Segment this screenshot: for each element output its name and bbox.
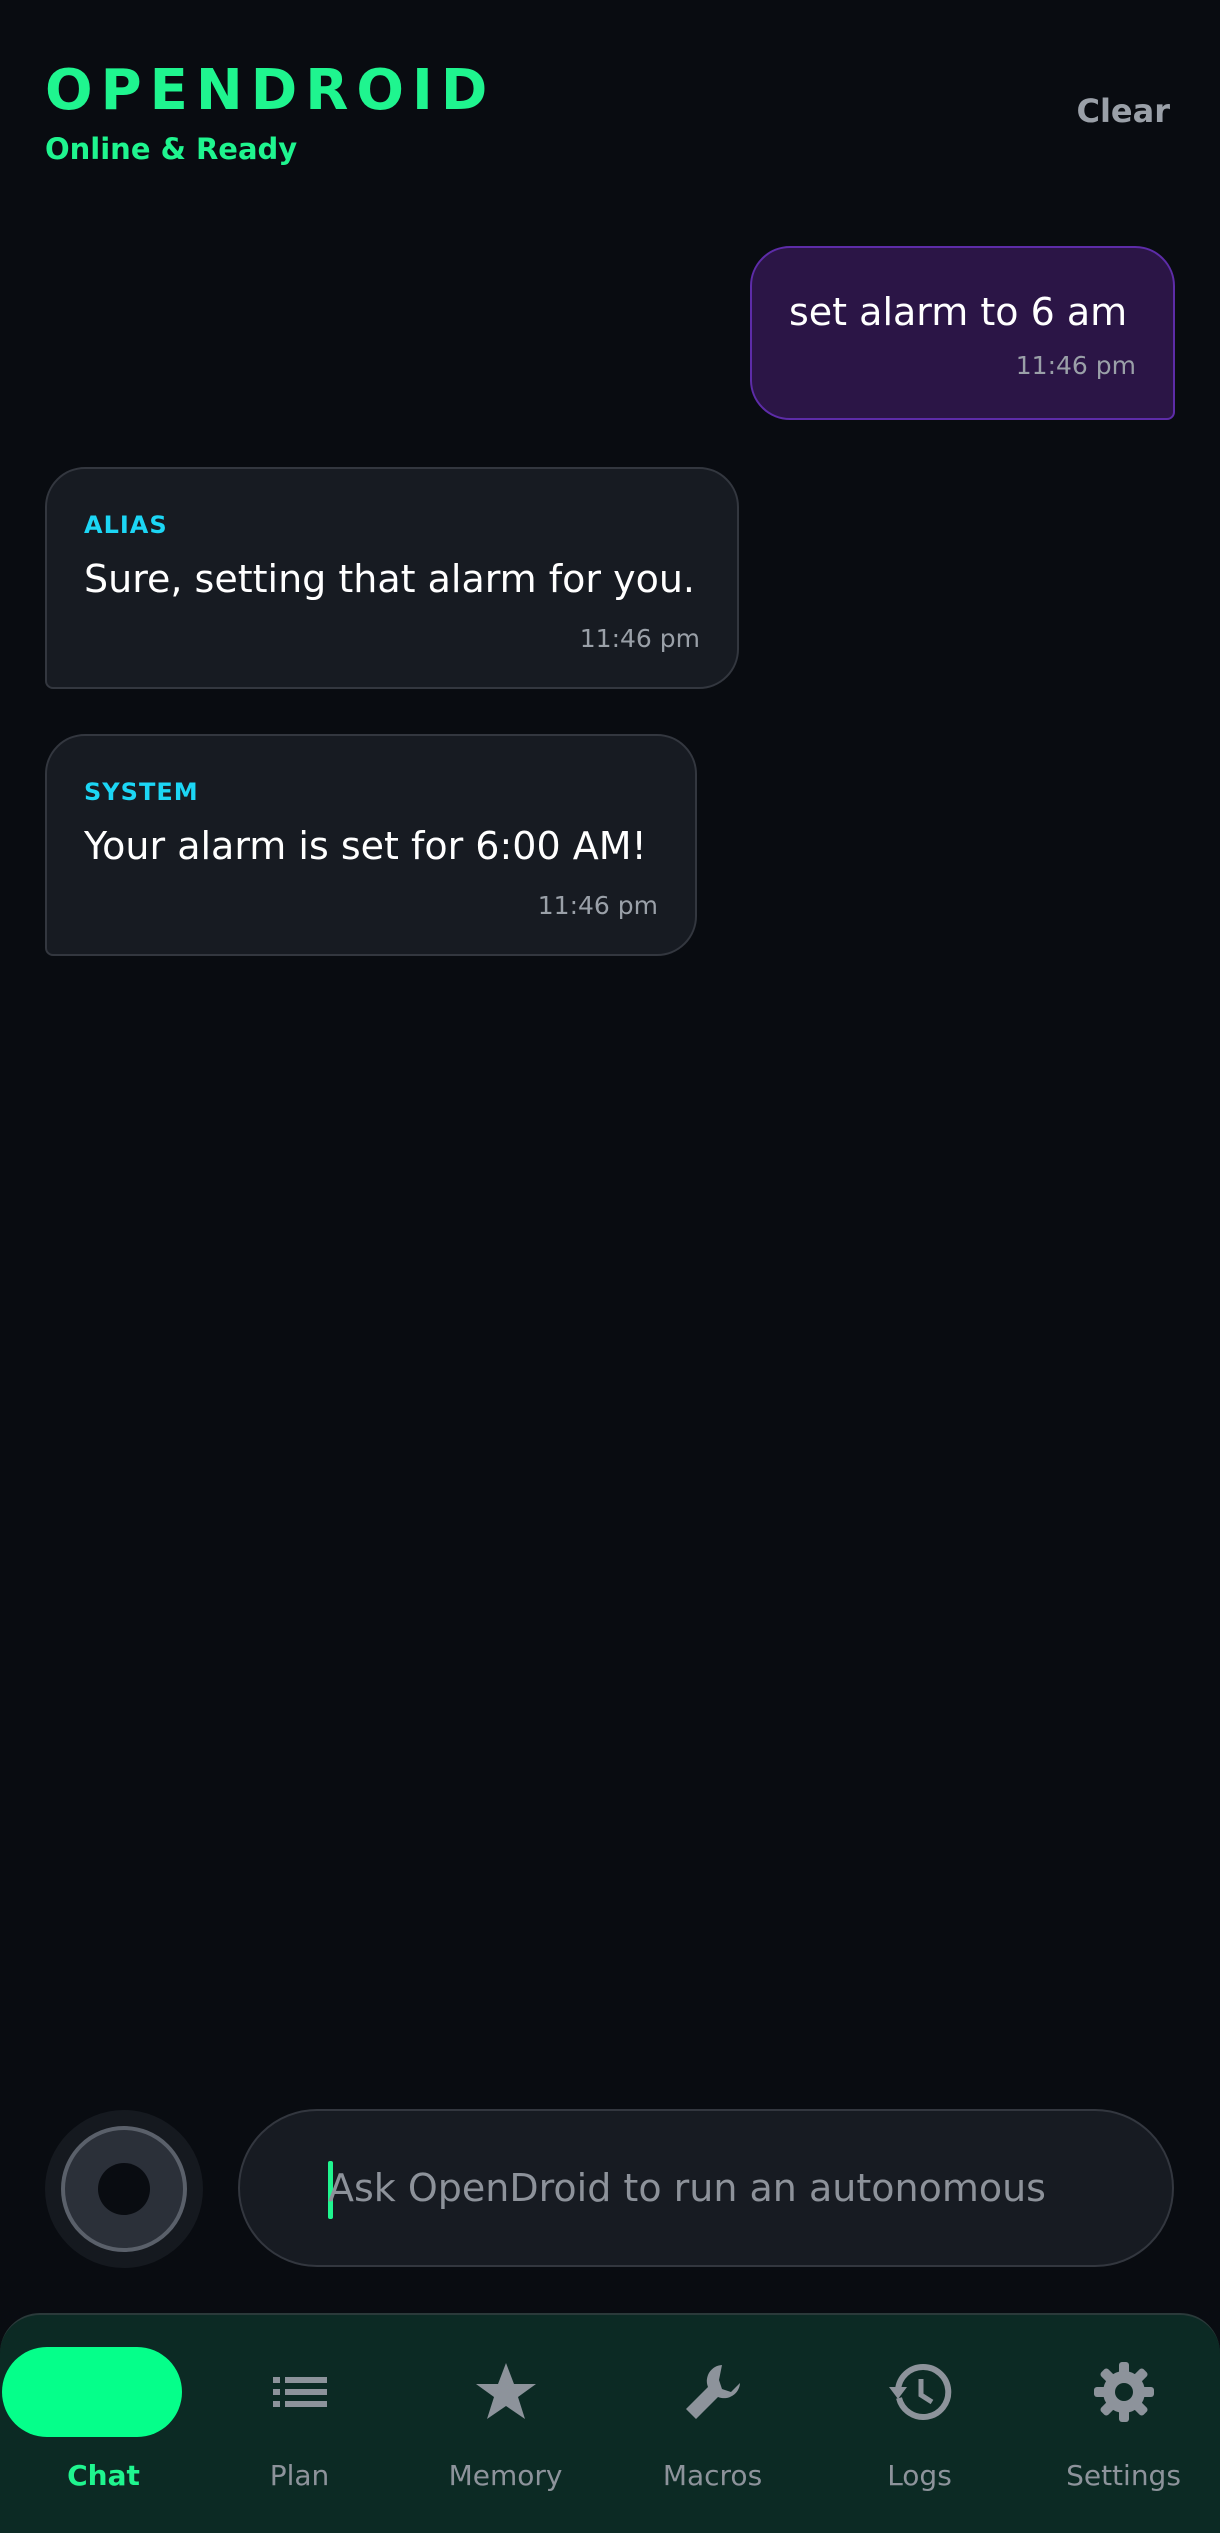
user-message-bubble: set alarm to 6 am 11:46 pm bbox=[750, 246, 1175, 420]
chat-icon bbox=[2, 2347, 182, 2437]
nav-label: Macros bbox=[662, 2459, 763, 2492]
message-input-container[interactable] bbox=[238, 2109, 1174, 2267]
voice-core-icon bbox=[98, 2163, 150, 2215]
nav-item-settings[interactable]: Settings bbox=[1020, 2315, 1220, 2533]
message-timestamp: 11:46 pm bbox=[1015, 351, 1136, 380]
clear-button[interactable]: Clear bbox=[1076, 92, 1170, 130]
nav-item-macros[interactable]: Macros bbox=[609, 2315, 816, 2533]
nav-item-logs[interactable]: Logs bbox=[816, 2315, 1023, 2533]
app-title: OPENDROID bbox=[45, 58, 496, 123]
voice-ring-icon bbox=[61, 2126, 187, 2252]
nav-label: Chat bbox=[67, 2459, 140, 2492]
message-text: Sure, setting that alarm for you. bbox=[84, 557, 696, 601]
message-sender-label: ALIAS bbox=[84, 511, 168, 539]
status-text: Online & Ready bbox=[45, 132, 298, 166]
nav-label: Settings bbox=[1066, 2459, 1181, 2492]
history-icon bbox=[888, 2363, 951, 2420]
nav-item-plan[interactable]: Plan bbox=[196, 2315, 403, 2533]
voice-input-button[interactable] bbox=[45, 2110, 203, 2268]
nav-label: Logs bbox=[887, 2459, 952, 2492]
wrench-icon bbox=[685, 2365, 740, 2419]
nav-label: Memory bbox=[448, 2459, 563, 2492]
star-icon bbox=[475, 2363, 536, 2419]
message-timestamp: 11:46 pm bbox=[579, 624, 700, 653]
gear-icon bbox=[1093, 2362, 1154, 2422]
system-message-bubble: SYSTEM Your alarm is set for 6:00 AM! 11… bbox=[45, 734, 697, 956]
message-text: set alarm to 6 am bbox=[789, 290, 1128, 334]
bottom-navigation: Chat Plan Memory Macros Logs Settings bbox=[0, 2313, 1220, 2533]
app-root: OPENDROID Online & Ready Clear set alarm… bbox=[0, 0, 1220, 2533]
nav-item-memory[interactable]: Memory bbox=[402, 2315, 609, 2533]
nav-label: Plan bbox=[269, 2459, 330, 2492]
message-input[interactable] bbox=[328, 2111, 1148, 2265]
nav-item-chat[interactable]: Chat bbox=[0, 2315, 207, 2533]
message-sender-label: SYSTEM bbox=[84, 778, 199, 806]
list-icon bbox=[272, 2377, 327, 2407]
message-text: Your alarm is set for 6:00 AM! bbox=[84, 824, 647, 868]
message-timestamp: 11:46 pm bbox=[537, 891, 658, 920]
assistant-message-bubble: ALIAS Sure, setting that alarm for you. … bbox=[45, 467, 739, 689]
